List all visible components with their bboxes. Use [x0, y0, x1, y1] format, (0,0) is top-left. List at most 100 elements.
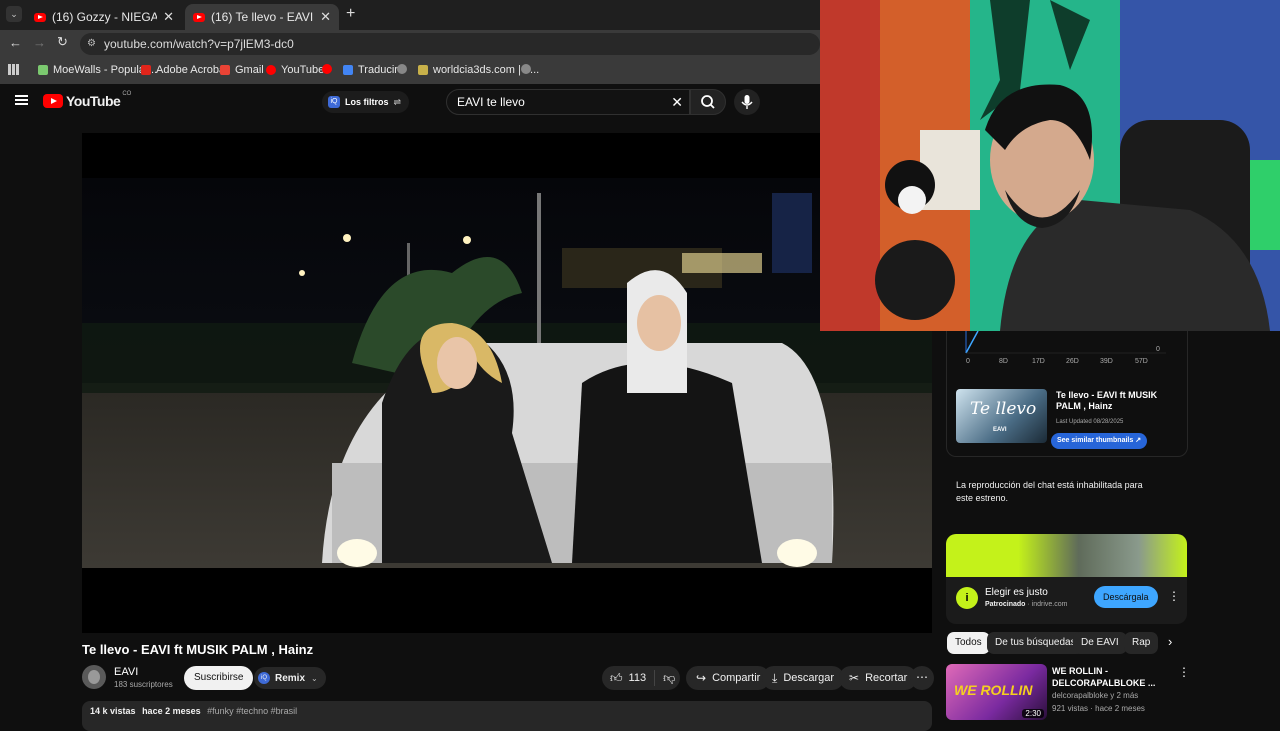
tab-gozzy[interactable]: (16) Gozzy - NIEGALO 🎈 FEAT ✕ — [26, 4, 182, 30]
gmail-icon — [220, 65, 230, 75]
bookmark-globe[interactable] — [397, 64, 412, 74]
bookmark-adobe[interactable]: Adobe Acrobat — [141, 64, 228, 76]
download-icon: ⤓ — [772, 670, 778, 685]
voice-search-button[interactable] — [734, 89, 760, 115]
bookmark-youtube-2[interactable] — [322, 64, 337, 74]
url-input[interactable]: ⚙ youtube.com/watch?v=p7jlEM3-dc0 — [80, 33, 820, 55]
youtube-logo-icon — [43, 94, 63, 108]
chevron-right-icon[interactable]: › — [1168, 634, 1172, 649]
thumbs-up-icon: 👍︎ — [610, 670, 623, 685]
clear-search-icon[interactable]: ✕ — [671, 90, 683, 114]
filters-button[interactable]: iQ Los filtros ⇌ — [322, 91, 410, 113]
share-button[interactable]: ↪ Compartir — [686, 666, 771, 690]
chart-tick-3: 26D — [1066, 358, 1079, 365]
similar-thumb-image[interactable]: Te llevo EAVI — [956, 389, 1047, 443]
youtube-icon — [193, 12, 205, 22]
chart-tick-1: 8D — [999, 358, 1008, 365]
youtube-icon — [322, 64, 332, 74]
channel-avatar[interactable] — [82, 665, 106, 689]
address-bar-row: ← → ↻ ⚙ youtube.com/watch?v=p7jlEM3-dc0 — [0, 30, 820, 58]
ad-more-icon[interactable]: ⋮ — [1168, 589, 1180, 603]
thumbs-down-icon: 👎︎ — [663, 670, 676, 685]
chat-disabled-text: La reproducción del chat está inhabilita… — [956, 480, 1143, 503]
microphone-icon — [741, 95, 753, 109]
like-dislike-group: 👍︎ 113 👎︎ — [602, 666, 680, 690]
rec-thumbnail[interactable]: WE ROLLIN 2:30 — [946, 664, 1047, 720]
channel-name[interactable]: EAVI — [114, 666, 138, 678]
chart-tick-2: 17D — [1032, 358, 1045, 365]
chevron-down-icon: ⌄ — [311, 673, 318, 683]
chip-de-eavi[interactable]: De EAVI — [1073, 632, 1127, 654]
video-player[interactable] — [82, 133, 932, 633]
search-button[interactable] — [690, 89, 726, 115]
filter-badge-icon: iQ — [328, 96, 340, 108]
subscriber-count: 183 suscriptores — [114, 680, 173, 689]
rec-duration: 2:30 — [1022, 709, 1044, 718]
description-box[interactable]: 14 k vistas hace 2 meses #funky #techno … — [82, 701, 932, 731]
dislike-button[interactable]: 👎︎ — [654, 670, 683, 686]
new-tab-button[interactable]: + — [346, 5, 355, 23]
subscribe-button[interactable]: Suscribirse — [184, 666, 254, 690]
rec-more-icon[interactable]: ⋮ — [1178, 665, 1190, 679]
more-actions-button[interactable]: ⋯ — [910, 666, 934, 690]
sliders-icon: ⇌ — [393, 96, 402, 107]
chart-y-label: 0 — [1156, 346, 1160, 353]
chip-rap[interactable]: Rap — [1124, 632, 1159, 654]
similar-thumbnails-button[interactable]: See similar thumbnails ↗ — [1051, 433, 1148, 449]
tab-search-button[interactable]: ⌄ — [6, 6, 22, 22]
rec-title[interactable]: WE ROLLIN - DELCORAPALBLOKE ... — [1052, 665, 1170, 689]
chip-todos[interactable]: Todos — [947, 632, 990, 654]
tab-te-llevo[interactable]: (16) Te llevo - EAVI ft MUSIK PA ✕ — [185, 4, 339, 30]
chart-tick-5: 57D — [1135, 358, 1148, 365]
scissors-icon: ✂ — [849, 671, 860, 685]
close-tab-icon[interactable]: ✕ — [163, 9, 174, 25]
remix-button[interactable]: iQ Remix ⌄ — [254, 667, 326, 689]
like-button[interactable]: 👍︎ 113 — [602, 666, 654, 690]
rec-channel[interactable]: delcorapalbloke y 2 más — [1052, 691, 1138, 700]
clip-button[interactable]: ✂ Recortar — [839, 666, 918, 690]
webcam-overlay — [820, 0, 1280, 331]
view-count: 14 k vistas — [90, 706, 136, 716]
bookmark-gmail[interactable]: Gmail — [220, 64, 264, 76]
menu-icon[interactable] — [15, 95, 28, 105]
tab-bar: ⌄ (16) Gozzy - NIEGALO 🎈 FEAT ✕ (16) Te … — [0, 0, 820, 30]
upload-age: hace 2 meses — [142, 706, 201, 716]
ad-cta-button[interactable]: Descárgala — [1094, 586, 1158, 608]
globe-icon — [397, 64, 407, 74]
youtube-logo[interactable]: YouTube CO — [43, 91, 131, 109]
moewalls-icon — [38, 65, 48, 75]
streamer-webcam-image — [820, 0, 1280, 331]
site-info-icon[interactable]: ⚙ — [87, 33, 96, 55]
bookmark-youtube[interactable]: YouTube — [266, 64, 324, 76]
reload-icon[interactable]: ↻ — [57, 34, 68, 50]
thumb-card-title: Te llevo - EAVI ft MUSIK PALM , Hainz — [1056, 390, 1158, 411]
search-icon — [701, 95, 715, 109]
video-frame-image — [82, 133, 932, 633]
hashtags[interactable]: #funky #techno #brasil — [207, 706, 297, 716]
back-icon[interactable]: ← — [9, 35, 22, 50]
remix-badge-icon: iQ — [258, 672, 270, 684]
youtube-icon — [34, 12, 46, 22]
close-tab-icon[interactable]: ✕ — [320, 9, 331, 25]
bookmark-traducir[interactable]: Traducir — [343, 64, 398, 76]
translate-icon — [343, 65, 353, 75]
share-icon: ↪ — [696, 671, 707, 685]
adobe-icon — [141, 65, 151, 75]
thumb-card-updated: Last Updated 08/28/2025 — [1056, 419, 1124, 425]
video-title: Te llevo - EAVI ft MUSIK PALM , Hainz — [82, 642, 314, 657]
views-chart — [965, 331, 1166, 354]
chip-de-tus-busquedas[interactable]: De tus búsquedas — [987, 632, 1084, 654]
bookmark-globe-2[interactable] — [521, 64, 536, 74]
rec-stats: 921 vistas · hace 2 meses — [1052, 704, 1145, 713]
worldcia-icon — [418, 65, 428, 75]
chart-tick-4: 39D — [1100, 358, 1113, 365]
bookmark-moewalls[interactable]: MoeWalls - Popular... — [38, 64, 157, 76]
forward-icon[interactable]: → — [33, 35, 46, 50]
apps-grid-icon[interactable] — [8, 64, 19, 75]
search-input[interactable]: EAVI te llevo ✕ — [446, 89, 690, 115]
download-button[interactable]: ⤓ Descargar — [762, 666, 845, 690]
youtube-icon — [266, 65, 276, 75]
ad-card[interactable]: i Elegir es justo Patrocinado · indrive.… — [946, 534, 1187, 624]
globe-icon — [521, 64, 531, 74]
indrive-logo-icon: i — [956, 587, 978, 609]
